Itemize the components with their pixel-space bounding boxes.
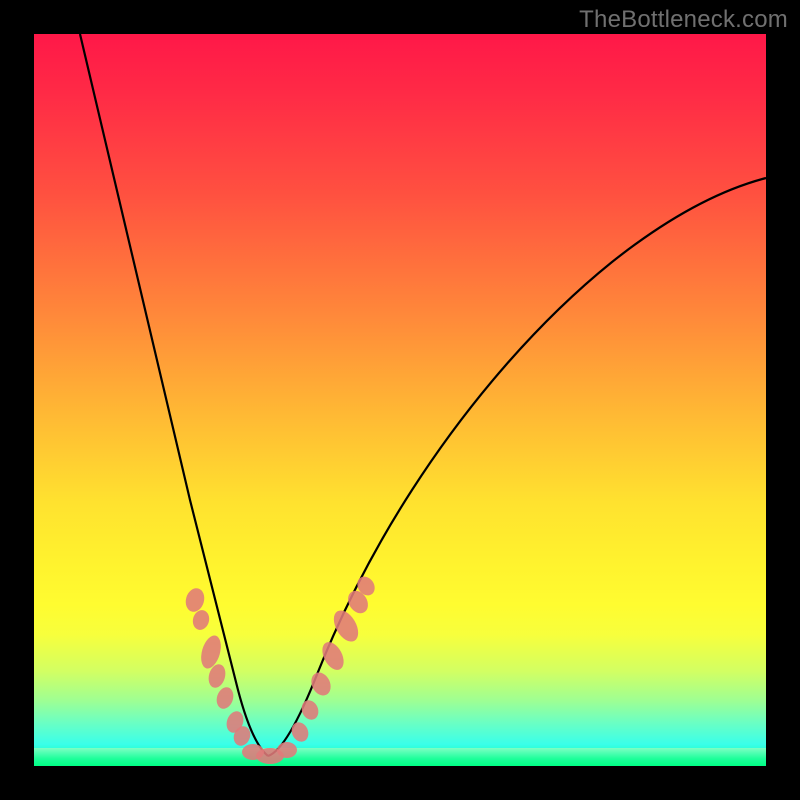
chart-baseline-strip — [34, 748, 766, 766]
chart-stage: TheBottleneck.com — [0, 0, 800, 800]
watermark-text: TheBottleneck.com — [579, 6, 788, 34]
chart-plot-area — [34, 34, 766, 766]
